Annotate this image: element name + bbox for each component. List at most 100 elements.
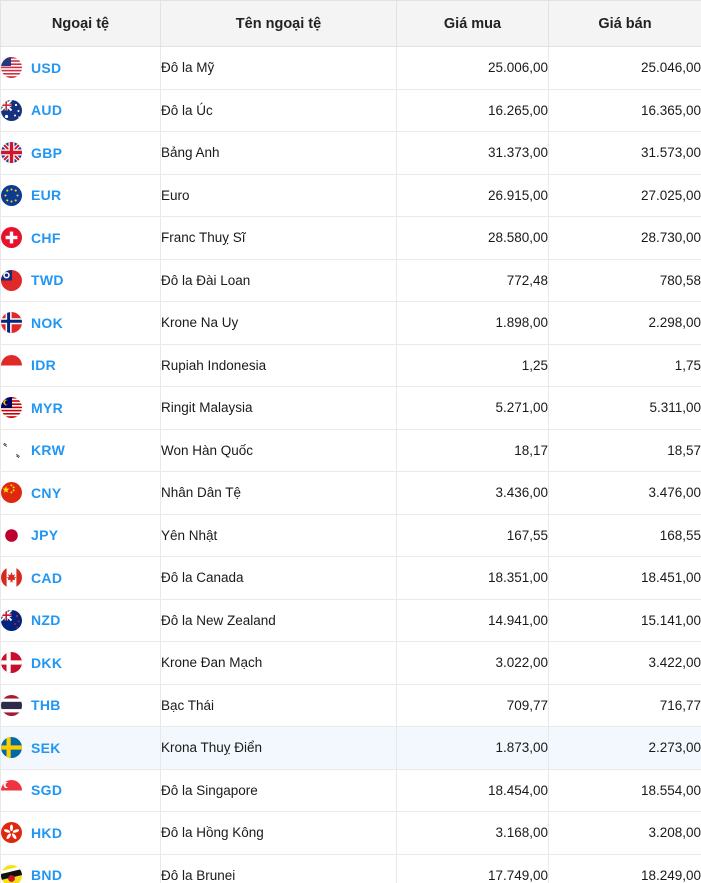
buy-price-cell: 26.915,00 [396,174,549,217]
flag-ca-icon [1,567,22,589]
currency-code-label: BND [31,867,63,883]
flag-se-icon [1,737,22,759]
table-row[interactable]: EUR Euro 26.915,00 27.025,00 [0,174,701,217]
currency-code-cell[interactable]: IDR [0,344,161,387]
table-row[interactable]: DKK Krone Đan Mạch 3.022,00 3.422,00 [0,641,701,685]
currency-code-cell[interactable]: DKK [0,641,161,685]
currency-code-label: TWD [31,272,64,289]
table-row[interactable]: THB Bạc Thái 709,77 716,77 [0,684,701,727]
buy-price-cell: 1.898,00 [396,301,549,345]
currency-name-cell: Rupiah Indonesia [160,344,397,387]
buy-price-cell: 167,55 [396,514,549,557]
currency-code-cell[interactable]: AUD [0,89,161,132]
column-header-buy[interactable]: Giá mua [396,0,549,47]
buy-price-cell: 1,25 [396,344,549,387]
table-row[interactable]: CAD Đô la Canada 18.351,00 18.451,00 [0,556,701,600]
table-body: USD Đô la Mỹ 25.006,00 25.046,00 AUD Đô la Úc… [0,46,701,883]
table-row[interactable]: GBP Bảng Anh 31.373,00 31.573,00 [0,131,701,175]
sell-price-cell: 18,57 [548,429,701,472]
currency-code-label: USD [31,59,62,76]
flag-cn-icon [1,482,22,504]
currency-name-cell: Đô la Singapore [160,769,397,812]
currency-name-cell: Bảng Anh [160,131,397,175]
sell-price-cell: 780,58 [548,259,701,302]
buy-price-cell: 14.941,00 [396,599,549,642]
currency-name-cell: Nhân Dân Tệ [160,471,397,515]
sell-price-cell: 18.554,00 [548,769,701,812]
table-row[interactable]: KRW Won Hàn Quốc 18,17 18,57 [0,429,701,472]
currency-code-cell[interactable]: USD [0,46,161,90]
sell-price-cell: 27.025,00 [548,174,701,217]
table-row[interactable]: JPY Yên Nhật 167,55 168,55 [0,514,701,557]
currency-code-cell[interactable]: CHF [0,216,161,260]
buy-price-cell: 3.436,00 [396,471,549,515]
buy-price-cell: 17.749,00 [396,854,549,883]
currency-code-label: GBP [31,144,63,161]
currency-name-cell: Bạc Thái [160,684,397,727]
flag-us-icon [1,57,22,79]
currency-code-cell[interactable]: CNY [0,471,161,515]
currency-code-cell[interactable]: SEK [0,726,161,770]
currency-name-cell: Krone Na Uy [160,301,397,345]
currency-code-cell[interactable]: SGD [0,769,161,812]
table-row[interactable]: BND Đô la Brunei 17.749,00 18.249,00 [0,854,701,883]
currency-code-label: SGD [31,782,63,799]
flag-id-icon [1,354,22,376]
currency-code-cell[interactable]: HKD [0,811,161,855]
currency-code-cell[interactable]: TWD [0,259,161,302]
buy-price-cell: 3.022,00 [396,641,549,685]
currency-name-cell: Krona Thuỵ Điển [160,726,397,770]
buy-price-cell: 1.873,00 [396,726,549,770]
currency-code-cell[interactable]: THB [0,684,161,727]
currency-code-cell[interactable]: JPY [0,514,161,557]
flag-no-icon [1,312,22,334]
table-row[interactable]: USD Đô la Mỹ 25.006,00 25.046,00 [0,46,701,90]
currency-name-cell: Đô la Hồng Kông [160,811,397,855]
table-row[interactable]: SEK Krona Thuỵ Điển 1.873,00 2.273,00 [0,726,701,770]
buy-price-cell: 709,77 [396,684,549,727]
flag-kr-icon [1,439,22,461]
table-row[interactable]: NOK Krone Na Uy 1.898,00 2.298,00 [0,301,701,345]
currency-code-label: CNY [31,484,62,501]
buy-price-cell: 25.006,00 [396,46,549,90]
table-row[interactable]: IDR Rupiah Indonesia 1,25 1,75 [0,344,701,387]
flag-bn-icon [1,864,22,883]
currency-code-cell[interactable]: NZD [0,599,161,642]
buy-price-cell: 31.373,00 [396,131,549,175]
column-header-sell[interactable]: Giá bán [548,0,701,47]
sell-price-cell: 15.141,00 [548,599,701,642]
buy-price-cell: 28.580,00 [396,216,549,260]
column-header-name[interactable]: Tên ngoại tệ [160,0,397,47]
flag-dk-icon [1,652,22,674]
buy-price-cell: 3.168,00 [396,811,549,855]
currency-code-cell[interactable]: EUR [0,174,161,217]
table-row[interactable]: AUD Đô la Úc 16.265,00 16.365,00 [0,89,701,132]
buy-price-cell: 16.265,00 [396,89,549,132]
table-row[interactable]: HKD Đô la Hồng Kông 3.168,00 3.208,00 [0,811,701,855]
currency-code-label: CHF [31,229,61,246]
table-row[interactable]: SGD Đô la Singapore 18.454,00 18.554,00 [0,769,701,812]
table-row[interactable]: MYR Ringit Malaysia 5.271,00 5.311,00 [0,386,701,430]
column-header-currency[interactable]: Ngoại tệ [0,0,161,47]
sell-price-cell: 716,77 [548,684,701,727]
currency-name-cell: Ringit Malaysia [160,386,397,430]
table-row[interactable]: NZD Đô la New Zealand 14.941,00 15.141,00 [0,599,701,642]
buy-price-cell: 5.271,00 [396,386,549,430]
currency-code-label: NOK [31,314,64,331]
currency-code-cell[interactable]: MYR [0,386,161,430]
table-row[interactable]: CHF Franc Thuỵ Sĩ 28.580,00 28.730,00 [0,216,701,260]
exchange-rate-table: Ngoại tệ Tên ngoại tệ Giá mua Giá bán US… [0,0,701,883]
currency-code-cell[interactable]: GBP [0,131,161,175]
currency-code-cell[interactable]: NOK [0,301,161,345]
currency-code-label: KRW [31,442,66,459]
table-row[interactable]: TWD Đô la Đài Loan 772,48 780,58 [0,259,701,302]
currency-code-cell[interactable]: KRW [0,429,161,472]
table-row[interactable]: CNY Nhân Dân Tệ 3.436,00 3.476,00 [0,471,701,515]
flag-eu-icon [1,184,22,206]
currency-code-cell[interactable]: CAD [0,556,161,600]
exchange-rate-page: CHỢ GIÁ Ngoại tệ Tên ngoại tệ Giá mua Gi… [0,0,701,883]
flag-jp-icon [1,524,22,546]
currency-code-cell[interactable]: BND [0,854,161,883]
sell-price-cell: 18.249,00 [548,854,701,883]
sell-price-cell: 16.365,00 [548,89,701,132]
